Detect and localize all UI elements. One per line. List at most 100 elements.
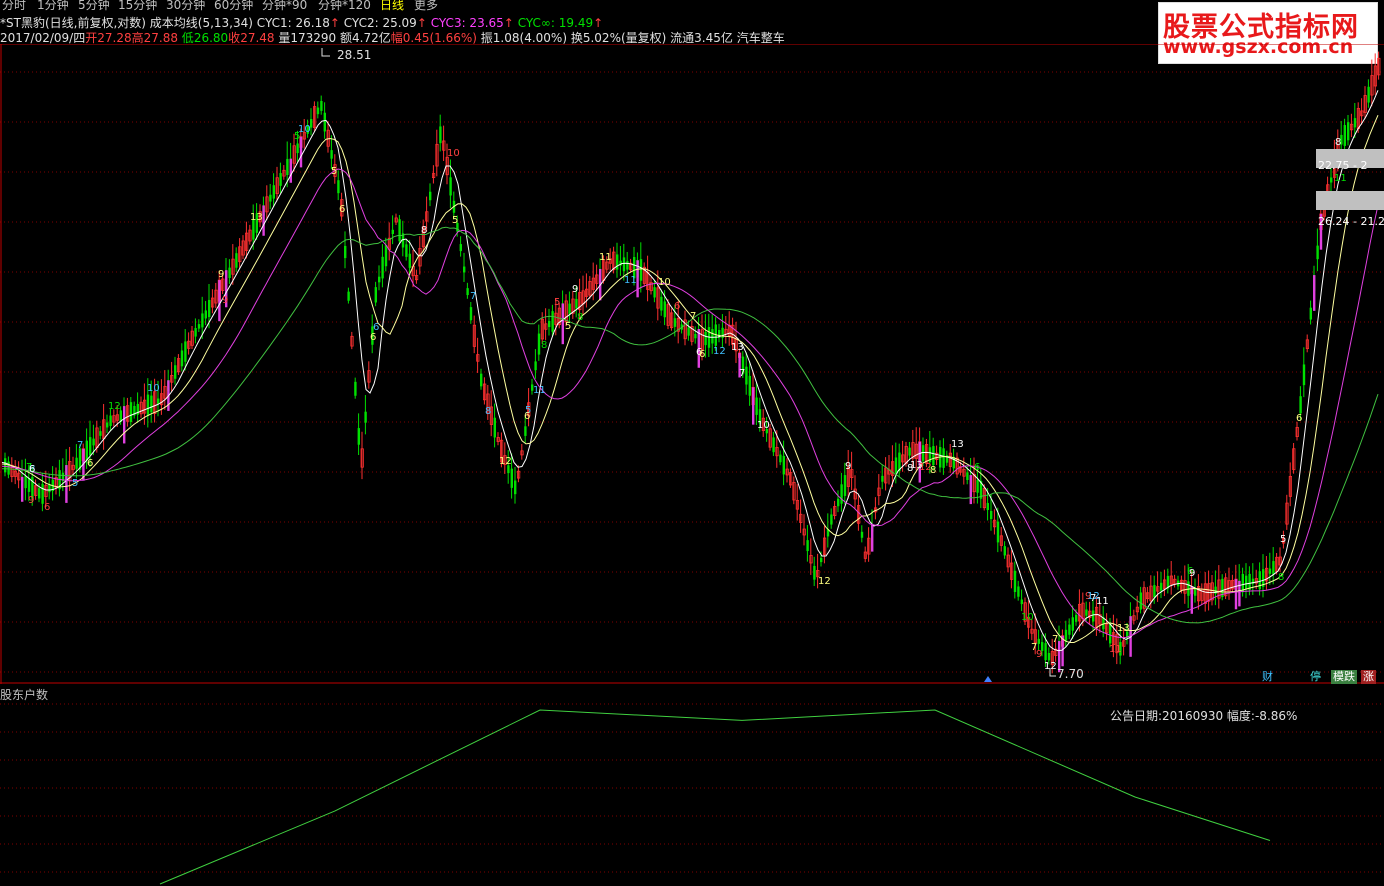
suspend-badge[interactable]: 停: [1308, 670, 1323, 684]
candle-body: [1330, 177, 1333, 183]
candle-body: [459, 244, 462, 252]
candle-body: [201, 313, 204, 328]
candle-body: [197, 324, 201, 329]
candle-body: [1068, 624, 1071, 635]
candle-body: [4, 458, 7, 473]
candle-body-highlight: [1234, 579, 1238, 610]
candle-body: [976, 480, 979, 493]
signal-digit: 6: [974, 462, 980, 473]
candle-body: [1064, 629, 1068, 641]
candle-body: [673, 318, 677, 327]
candle-body: [1316, 245, 1319, 260]
low-label: 低: [181, 31, 194, 45]
signal-digit: 6: [699, 349, 705, 360]
candle-body: [779, 454, 782, 463]
candle-body: [344, 245, 347, 259]
sector-value[interactable]: 汽车整车: [737, 31, 785, 45]
signal-digit: 7: [1031, 642, 1037, 653]
candle-body: [106, 422, 109, 428]
candle-body: [932, 446, 935, 466]
tab-period[interactable]: 日线: [380, 0, 404, 12]
signal-digit: 7: [1052, 634, 1058, 645]
open-value: 27.28: [97, 31, 132, 45]
signal-digit: 7: [77, 440, 83, 451]
subpanel-title: 股东户数: [0, 688, 49, 702]
tab-period[interactable]: 1分钟: [37, 0, 69, 12]
candle-body: [575, 298, 578, 309]
signal-digit: 9: [845, 461, 851, 472]
candle-body: [1367, 86, 1370, 103]
candle-body: [354, 381, 357, 396]
candle-body: [830, 514, 833, 525]
signal-digit: 12: [818, 576, 831, 587]
signal-digit: 6: [29, 464, 35, 475]
candle-body-highlight: [1313, 275, 1316, 311]
signal-digit: 6: [370, 332, 376, 343]
candle-body: [463, 266, 466, 273]
candle-body: [157, 398, 160, 404]
open-label: 开: [85, 31, 98, 45]
tab-period[interactable]: 30分钟: [166, 0, 205, 12]
signal-digit: 11: [533, 385, 546, 396]
price-range-box: [1316, 191, 1384, 210]
candle-body: [534, 361, 537, 371]
candle-body: [772, 437, 775, 453]
candle-body: [568, 303, 571, 314]
candle-body: [269, 194, 272, 202]
tab-period[interactable]: 更多: [414, 0, 438, 12]
tab-period[interactable]: 分钟*120: [318, 0, 371, 12]
limit-down-badge-label: 模跌: [1333, 670, 1355, 683]
limit-down-badge[interactable]: 模跌: [1331, 670, 1357, 684]
candle-body: [986, 502, 989, 511]
signal-digit: 8: [930, 465, 936, 476]
close-label: 收: [228, 31, 241, 45]
signal-digit: 9: [572, 284, 578, 295]
high-label: 高: [131, 31, 144, 45]
limit-up-badge[interactable]: 涨: [1361, 670, 1376, 684]
candlestick-chart[interactable]: 5575108138111051196671010111112999786106…: [0, 44, 1384, 684]
candle-body: [320, 100, 323, 111]
candle-body: [551, 311, 554, 332]
candle-body: [1258, 571, 1261, 590]
volume-value: 量173290: [278, 31, 337, 45]
signal-digit: 11: [624, 275, 637, 286]
candle-body: [469, 307, 473, 321]
candle-body: [1272, 561, 1275, 575]
candle-body: [347, 291, 350, 301]
arrow-up-icon: ↑: [593, 16, 604, 30]
signal-digit: 6: [339, 204, 345, 215]
candle-body: [514, 480, 517, 495]
candle-body: [1194, 588, 1197, 596]
change-label: 幅: [390, 31, 403, 45]
signal-digit: 8: [907, 463, 913, 474]
candle-body: [881, 475, 884, 482]
candle-body: [694, 333, 697, 339]
tab-period[interactable]: 分钟*90: [262, 0, 307, 12]
candle-body: [1092, 610, 1095, 622]
signal-digit: 8: [1278, 572, 1284, 583]
candle-body: [378, 276, 381, 283]
candle-body: [996, 521, 1000, 543]
candle-body: [660, 296, 663, 311]
indicator-name[interactable]: 成本均线(5,13,34): [150, 16, 253, 30]
tab-period[interactable]: 15分钟: [118, 0, 157, 12]
candle-body: [146, 394, 150, 416]
signal-digit: 7: [470, 291, 476, 302]
signal-digit: 5: [554, 297, 560, 308]
tab-period[interactable]: 分时: [2, 0, 26, 12]
candle-body: [323, 112, 326, 132]
signal-digit: 10: [447, 148, 460, 159]
candle-body: [1017, 586, 1020, 597]
tab-period[interactable]: 5分钟: [78, 0, 110, 12]
signal-digit: 6: [87, 458, 93, 469]
candle-body: [337, 180, 340, 194]
stock-name[interactable]: *ST黑豹(日线,前复权,对数): [0, 16, 146, 30]
candle-body-highlight: [871, 524, 874, 552]
price-range-label: 26.24 - 21.20: [1318, 215, 1384, 228]
candle-body: [1160, 582, 1163, 591]
tab-period[interactable]: 60分钟: [214, 0, 253, 12]
low-price-mark: 7.70: [1057, 667, 1084, 681]
finance-badge[interactable]: 财: [1260, 670, 1275, 684]
signal-digit: 5: [331, 166, 337, 177]
candle-body: [384, 245, 388, 267]
